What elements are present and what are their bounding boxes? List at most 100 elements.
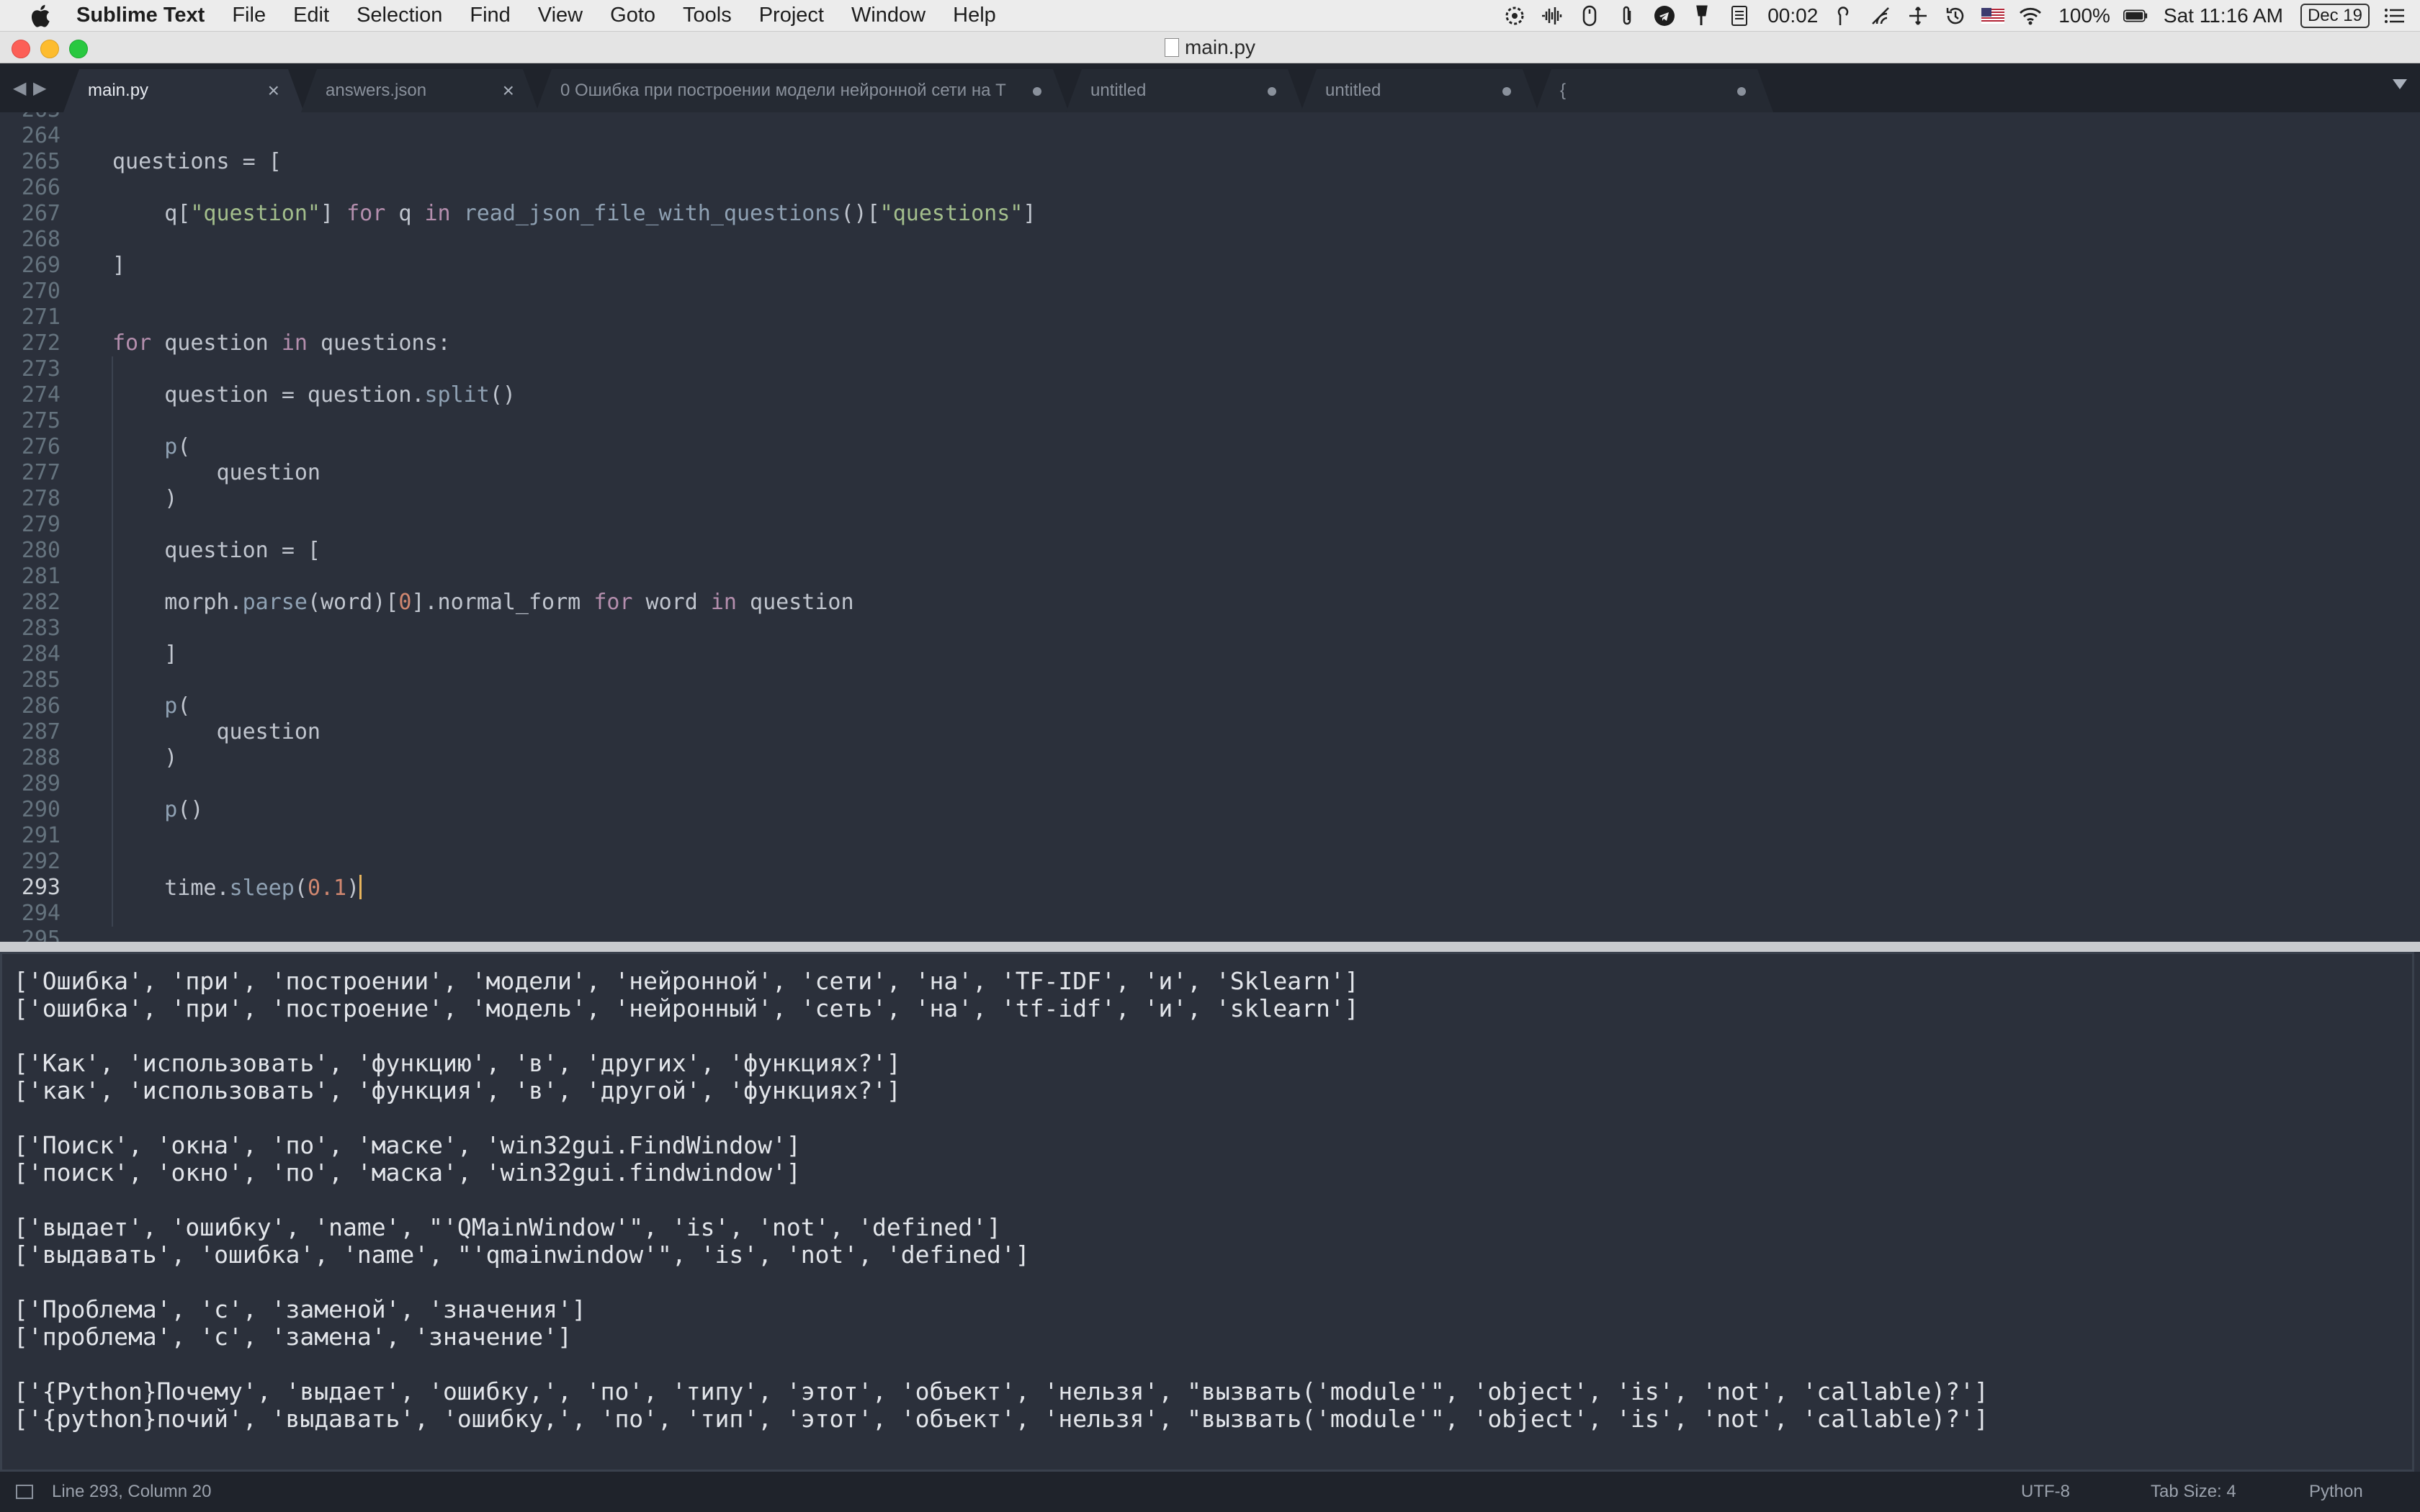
code-editor[interactable]: 263264265questions = [266267 q["question…	[0, 112, 2420, 942]
us-flag-icon[interactable]	[1981, 4, 2005, 28]
audio-wave-icon[interactable]	[1540, 4, 1564, 28]
code-line[interactable]: 271	[0, 305, 2420, 330]
build-output-panel[interactable]: ['Ошибка', 'при', 'построении', 'модели'…	[0, 952, 2414, 1472]
menu-view[interactable]: View	[538, 4, 583, 27]
pin-icon[interactable]	[1690, 4, 1714, 28]
code-text: question	[112, 719, 321, 745]
code-line[interactable]: 274 question = question.split()	[0, 382, 2420, 408]
code-line[interactable]: 280 question = [	[0, 538, 2420, 564]
code-line[interactable]: 264	[0, 123, 2420, 149]
code-token: question	[112, 382, 282, 408]
timer-readout[interactable]: 00:02	[1767, 4, 1818, 27]
menu-edit[interactable]: Edit	[293, 4, 329, 27]
panel-toggle-icon[interactable]	[16, 1485, 33, 1499]
menu-bar: Sublime Text File Edit Selection Find Vi…	[0, 0, 2420, 32]
notes-icon[interactable]	[1727, 4, 1752, 28]
menu-app-name[interactable]: Sublime Text	[76, 4, 205, 27]
tab-answers-json[interactable]: answers.json ×	[301, 69, 539, 112]
text-cursor	[359, 875, 362, 899]
menu-find[interactable]: Find	[470, 4, 510, 27]
menu-tools[interactable]: Tools	[683, 4, 732, 27]
code-line[interactable]: 268	[0, 227, 2420, 253]
code-line[interactable]: 266	[0, 175, 2420, 201]
code-token: ()[	[841, 201, 880, 226]
code-line[interactable]: 267 q["question"] for q in read_json_fil…	[0, 201, 2420, 227]
code-line[interactable]: 269]	[0, 253, 2420, 279]
code-line[interactable]: 292	[0, 849, 2420, 875]
code-line[interactable]: 289	[0, 771, 2420, 797]
menu-window[interactable]: Window	[851, 4, 926, 27]
code-token: p	[164, 797, 178, 822]
code-line[interactable]: 272 for question in questions:	[0, 330, 2420, 356]
code-line[interactable]: 281	[0, 564, 2420, 590]
status-bar: Line 293, Column 20 UTF-8 Tab Size: 4 Py…	[0, 1472, 2420, 1512]
encoding-indicator[interactable]: UTF-8	[2021, 1472, 2070, 1512]
code-line[interactable]: 287 question	[0, 719, 2420, 745]
code-line[interactable]: 293 time.sleep(0.1)	[0, 875, 2420, 901]
code-line[interactable]: 286 p(	[0, 693, 2420, 719]
tab-untitled-1[interactable]: untitled	[1066, 69, 1304, 112]
tab-question-file[interactable]: 0 Ошибка при построении модели нейронной…	[536, 69, 1069, 112]
code-line[interactable]: 276 p(	[0, 434, 2420, 460]
output-line: ['выдавать', 'ошибка', 'name', "'qmainwi…	[14, 1241, 1030, 1269]
move-icon[interactable]	[1906, 4, 1930, 28]
unsaved-dot-icon[interactable]	[1268, 87, 1276, 96]
tab-list-dropdown-icon[interactable]	[2393, 79, 2407, 89]
pencil-icon[interactable]	[1831, 4, 1855, 28]
code-line[interactable]: 295	[0, 927, 2420, 942]
code-line[interactable]: 290 p()	[0, 797, 2420, 823]
line-number: 267	[21, 201, 60, 226]
code-line[interactable]: 291	[0, 823, 2420, 849]
code-line[interactable]: 278 )	[0, 486, 2420, 512]
telegram-icon[interactable]	[1652, 4, 1677, 28]
menu-project[interactable]: Project	[759, 4, 824, 27]
mouse-icon[interactable]	[1577, 4, 1602, 28]
battery-icon[interactable]	[2123, 4, 2148, 28]
tab-close-icon[interactable]: ×	[503, 69, 514, 112]
wifi-scan-icon[interactable]	[1868, 4, 1893, 28]
wifi-icon[interactable]	[2018, 4, 2043, 28]
tab-untitled-2[interactable]: untitled	[1301, 69, 1538, 112]
code-line[interactable]: 283	[0, 616, 2420, 642]
unsaved-dot-icon[interactable]	[1502, 87, 1511, 96]
code-line[interactable]: 270	[0, 279, 2420, 305]
code-line[interactable]: 282 morph.parse(word)[0].normal_form for…	[0, 590, 2420, 616]
tab-forward-icon[interactable]: ▶	[33, 78, 46, 99]
menu-selection[interactable]: Selection	[357, 4, 442, 27]
gear-badge-icon[interactable]	[1502, 4, 1527, 28]
menu-help[interactable]: Help	[953, 4, 996, 27]
clock[interactable]: Sat 11:16 AM	[2164, 4, 2283, 27]
panel-resize-handle[interactable]	[0, 942, 2420, 952]
menu-file[interactable]: File	[232, 4, 266, 27]
apple-logo-icon[interactable]	[27, 3, 52, 29]
list-icon[interactable]	[2383, 4, 2407, 28]
date-badge[interactable]: Dec 19	[2300, 4, 2370, 28]
code-line[interactable]: 288 )	[0, 745, 2420, 771]
code-line[interactable]: 294	[0, 901, 2420, 927]
line-number: 285	[21, 667, 60, 693]
paperclip-icon[interactable]	[1615, 4, 1639, 28]
tab-close-icon[interactable]: ×	[268, 69, 279, 112]
code-token: "questions"	[879, 201, 1023, 226]
line-number: 284	[21, 642, 60, 667]
code-line[interactable]: 279	[0, 512, 2420, 538]
code-line[interactable]: 273	[0, 356, 2420, 382]
tab-main-py[interactable]: main.py ×	[63, 69, 304, 112]
code-line[interactable]: 277 question	[0, 460, 2420, 486]
menu-goto[interactable]: Goto	[610, 4, 655, 27]
unsaved-dot-icon[interactable]	[1033, 87, 1041, 96]
line-number: 286	[21, 693, 60, 719]
code-line[interactable]: 284 ]	[0, 642, 2420, 667]
line-number: 269	[21, 253, 60, 278]
syntax-indicator[interactable]: Python	[2309, 1472, 2363, 1512]
code-line[interactable]: 265 questions = [	[0, 149, 2420, 175]
code-line[interactable]: 285	[0, 667, 2420, 693]
tab-back-icon[interactable]: ◀	[13, 78, 26, 99]
code-token: time.	[112, 876, 230, 901]
unsaved-dot-icon[interactable]	[1737, 87, 1746, 96]
tab-brace[interactable]: {	[1536, 69, 1773, 112]
code-line[interactable]: 275	[0, 408, 2420, 434]
time-machine-icon[interactable]	[1943, 4, 1968, 28]
tab-size-indicator[interactable]: Tab Size: 4	[2151, 1472, 2236, 1512]
code-line[interactable]: 263	[0, 112, 2420, 123]
